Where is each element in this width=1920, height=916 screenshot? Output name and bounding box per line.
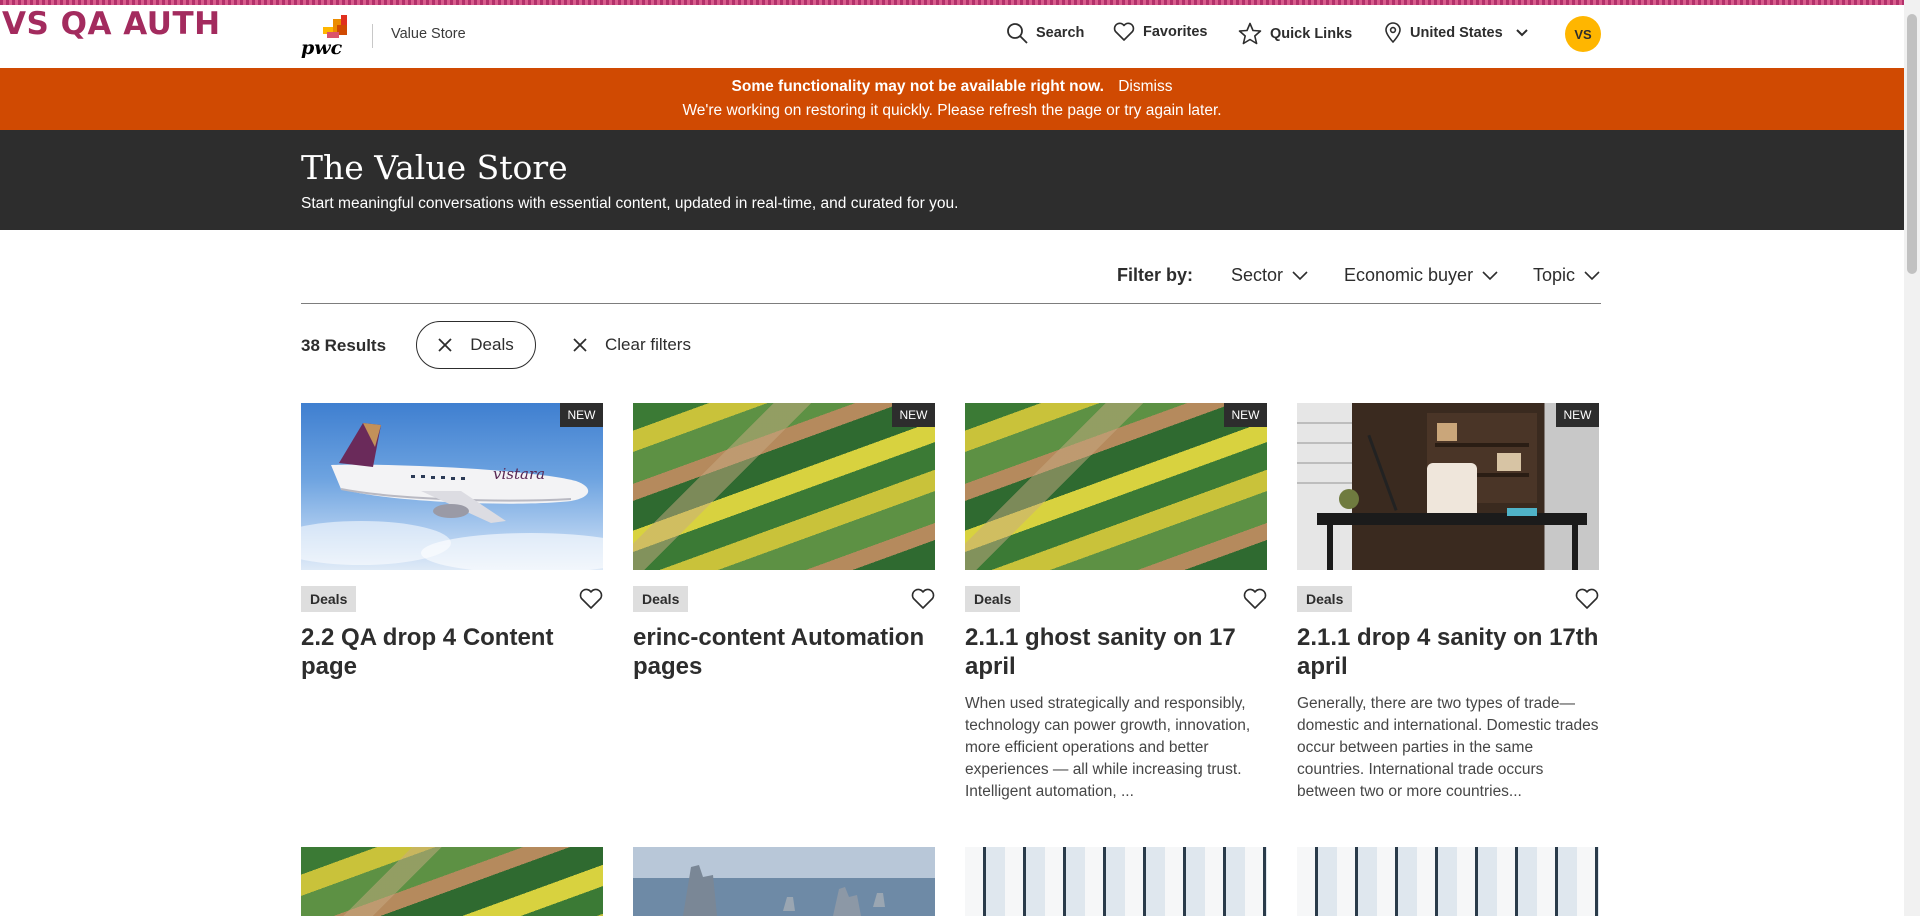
- navy-ships-image: [683, 865, 885, 916]
- card-title[interactable]: 2.2 QA drop 4 Content page: [301, 623, 603, 681]
- new-badge: NEW: [1556, 403, 1599, 427]
- card-image-office-windows[interactable]: [1297, 847, 1599, 916]
- new-badge: NEW: [892, 403, 935, 427]
- nav-quick-links-label: Quick Links: [1270, 25, 1353, 42]
- card-title[interactable]: 2.1.1 ghost sanity on 17 april: [965, 623, 1267, 681]
- location-pin-icon: [1385, 22, 1401, 44]
- filter-topic-dropdown[interactable]: Topic: [1533, 265, 1601, 286]
- logo-wordmark: pwc: [301, 37, 343, 59]
- card-description: When used strategically and responsibly,…: [965, 695, 1251, 800]
- alert-banner: Some functionality may not be available …: [0, 68, 1904, 130]
- user-avatar[interactable]: VS: [1565, 16, 1601, 52]
- filter-sector-label: Sector: [1231, 265, 1284, 285]
- chevron-down-icon: [1515, 29, 1528, 37]
- scrollbar-thumb[interactable]: [1907, 14, 1917, 274]
- favorite-heart-icon[interactable]: [1575, 588, 1599, 610]
- search-icon: [1007, 23, 1028, 44]
- nav-favorites-label: Favorites: [1143, 24, 1208, 40]
- card-image-airplane[interactable]: vistara NEW: [301, 403, 603, 570]
- card-description: Generally, there are two types of trade—…: [1297, 695, 1599, 800]
- chevron-down-icon: [1292, 271, 1308, 281]
- card-tag: Deals: [965, 586, 1021, 612]
- filter-economic-buyer-dropdown[interactable]: Economic buyer: [1344, 265, 1499, 286]
- card-image-aerial-fields[interactable]: NEW: [633, 403, 935, 570]
- active-filter-chip-label: Deals: [470, 335, 514, 354]
- content-card[interactable]: NEW Deals erinc-content Automation pages: [633, 403, 935, 680]
- active-filter-chip[interactable]: Deals: [416, 321, 536, 369]
- filter-sector-dropdown[interactable]: Sector: [1231, 265, 1309, 286]
- star-icon: [1238, 22, 1262, 45]
- card-title[interactable]: 2.1.1 drop 4 sanity on 17th april: [1297, 623, 1599, 681]
- filter-bar: Filter by: Sector Economic buyer Topic: [301, 262, 1601, 304]
- chevron-down-icon: [1584, 271, 1600, 281]
- card-image-office-desk[interactable]: NEW: [1297, 403, 1599, 570]
- filter-label: Filter by:: [1117, 265, 1194, 285]
- region-label: United States: [1410, 25, 1503, 41]
- favorite-heart-icon[interactable]: [1243, 588, 1267, 610]
- chevron-down-icon: [1482, 271, 1498, 281]
- page-subtitle: Start meaningful conversations with esse…: [301, 195, 959, 212]
- card-tag: Deals: [1297, 586, 1353, 612]
- card-tag: Deals: [301, 586, 357, 612]
- site-header: pwc Value Store Search Favorites Quick L…: [0, 5, 1904, 68]
- clear-filters-button[interactable]: Clear filters: [573, 335, 691, 355]
- alert-title: Some functionality may not be available …: [731, 78, 1104, 95]
- content-card[interactable]: NEW Deals 2.1.1 drop 4 sanity on 17th ap…: [1297, 403, 1599, 800]
- hero-banner: The Value Store Start meaningful convers…: [0, 130, 1904, 230]
- nav-quick-links[interactable]: Quick Links: [1238, 22, 1352, 45]
- card-image-office-windows[interactable]: [965, 847, 1267, 916]
- card-image-aerial-fields[interactable]: NEW: [965, 403, 1267, 570]
- site-name[interactable]: Value Store: [391, 26, 466, 42]
- new-badge: NEW: [560, 403, 603, 427]
- header-divider: [372, 24, 373, 48]
- content-card[interactable]: vistara NEW Deals 2.2 QA drop 4 Content …: [301, 403, 603, 680]
- favorite-heart-icon[interactable]: [911, 588, 935, 610]
- filter-economic-buyer-label: Economic buyer: [1344, 265, 1474, 285]
- heart-icon: [1113, 22, 1135, 41]
- filter-topic-label: Topic: [1533, 265, 1576, 285]
- alert-dismiss-button[interactable]: Dismiss: [1118, 78, 1172, 95]
- card-title[interactable]: erinc-content Automation pages: [633, 623, 935, 681]
- pwc-logo[interactable]: pwc: [301, 15, 355, 59]
- svg-text:vistara: vistara: [493, 465, 545, 483]
- nav-favorites[interactable]: Favorites: [1113, 22, 1207, 42]
- close-icon: [573, 338, 587, 352]
- airplane-image: vistara: [301, 423, 603, 570]
- results-count: 38 Results: [301, 336, 387, 355]
- card-tag: Deals: [633, 586, 689, 612]
- page-title: The Value Store: [301, 148, 568, 187]
- page-scrollbar[interactable]: [1904, 0, 1920, 916]
- office-desk-image: [1297, 403, 1587, 570]
- alert-message: We're working on restoring it quickly. P…: [682, 102, 1222, 119]
- favorite-heart-icon[interactable]: [579, 588, 603, 610]
- card-image-aerial-fields[interactable]: [301, 847, 603, 916]
- card-image-navy-ships[interactable]: [633, 847, 935, 916]
- clear-filters-label: Clear filters: [605, 335, 691, 354]
- new-badge: NEW: [1224, 403, 1267, 427]
- close-icon: [438, 338, 452, 352]
- environment-label: VS QA AUTH: [2, 6, 221, 42]
- nav-search-label: Search: [1036, 25, 1085, 41]
- region-selector[interactable]: United States: [1384, 22, 1529, 44]
- content-card[interactable]: NEW Deals 2.1.1 ghost sanity on 17 april…: [965, 403, 1267, 800]
- nav-search[interactable]: Search: [1006, 22, 1084, 44]
